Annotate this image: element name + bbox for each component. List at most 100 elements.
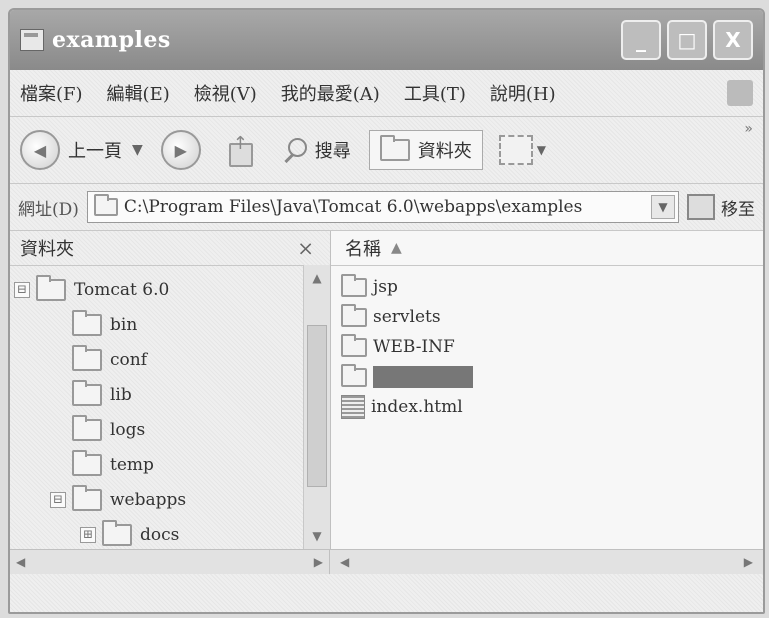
folder-icon: [341, 273, 367, 297]
name-column-label: 名稱: [345, 239, 381, 260]
file-name: jsp: [373, 277, 398, 297]
expand-icon[interactable]: ⊞: [80, 526, 96, 543]
toolbar: ◀ 上一頁 ▼ ▶ 搜尋 資料夾 ▼ »: [10, 117, 763, 184]
folder-icon: [72, 344, 102, 371]
search-button[interactable]: 搜尋: [283, 137, 351, 163]
tree-item-conf[interactable]: conf: [10, 342, 330, 377]
tree-item-webapps[interactable]: ⊟ webapps: [10, 482, 330, 517]
scroll-thumb[interactable]: [307, 325, 327, 487]
scroll-right-icon[interactable]: ▶: [744, 555, 753, 569]
file-name: servlets: [373, 307, 441, 327]
folder-pane-header: 資料夾 ×: [10, 231, 330, 266]
address-label: 網址(D): [18, 199, 79, 220]
collapse-icon[interactable]: ⊟: [50, 491, 66, 508]
menu-help[interactable]: 說明(H): [490, 80, 556, 106]
tree-item-label: Tomcat 6.0: [74, 279, 170, 300]
scroll-left-icon[interactable]: ◀: [16, 555, 25, 569]
address-path: C:\Program Files\Java\Tomcat 6.0\webapps…: [123, 197, 583, 217]
tree-vertical-scrollbar[interactable]: ▲ ▼: [303, 265, 330, 549]
go-label: 移至: [721, 199, 755, 220]
tree-item-label: lib: [110, 384, 132, 405]
tree-item-label: docs: [140, 524, 180, 545]
tree-item-bin[interactable]: bin: [10, 307, 330, 342]
folder-icon: [72, 484, 102, 511]
file-name: index.html: [371, 397, 463, 417]
maximize-button[interactable]: □: [667, 20, 707, 60]
horizontal-scrollbars: ◀ ▶ ◀ ▶: [10, 549, 763, 574]
menu-file[interactable]: 檔案(F): [20, 80, 83, 106]
tree-horizontal-scrollbar[interactable]: ◀ ▶: [10, 550, 330, 574]
explorer-window: examples _ □ X 檔案(F) 編輯(E) 檢視(V) 我的最愛(A)…: [8, 8, 765, 614]
file-item-selected[interactable]: [341, 362, 753, 392]
menu-tools[interactable]: 工具(T): [404, 80, 466, 106]
windows-logo-icon: [727, 80, 753, 106]
tree-item-label: bin: [110, 314, 138, 335]
tree-item-temp[interactable]: temp: [10, 447, 330, 482]
folder-icon: [341, 333, 367, 357]
folder-pane-title: 資料夾: [20, 239, 74, 260]
panes: 資料夾 × ⊟ Tomcat 6.0 bin conf lib logs tem…: [10, 231, 763, 549]
folders-label: 資料夾: [417, 141, 472, 162]
menu-view[interactable]: 檢視(V): [194, 80, 257, 106]
forward-button[interactable]: ▶: [160, 130, 201, 170]
folder-tree-pane: 資料夾 × ⊟ Tomcat 6.0 bin conf lib logs tem…: [10, 231, 331, 549]
folder-icon: [341, 363, 367, 387]
tree-item-logs[interactable]: logs: [10, 412, 330, 447]
tree-item-tomcat[interactable]: ⊟ Tomcat 6.0: [10, 272, 330, 307]
minimize-button[interactable]: _: [621, 20, 661, 60]
collapse-icon[interactable]: ⊟: [14, 281, 30, 298]
go-arrow-icon: [687, 194, 715, 220]
folder-pane-close-button[interactable]: ×: [297, 236, 314, 260]
file-name: WEB-INF: [373, 337, 455, 357]
scroll-up-icon[interactable]: ▲: [304, 265, 330, 291]
go-button[interactable]: 移至: [687, 194, 755, 220]
folders-button[interactable]: 資料夾: [368, 130, 483, 170]
file-item-servlets[interactable]: servlets: [341, 302, 753, 332]
back-dropdown-icon[interactable]: ▼: [132, 142, 143, 158]
menu-edit[interactable]: 編輯(E): [107, 80, 170, 106]
up-folder-button[interactable]: [225, 133, 253, 167]
search-icon: [283, 138, 307, 162]
file-item-index-html[interactable]: index.html: [341, 392, 753, 422]
folder-icon: [341, 303, 367, 327]
html-file-icon: [341, 395, 365, 419]
file-item-jsp[interactable]: jsp: [341, 272, 753, 302]
folder-icon: [72, 414, 102, 441]
scroll-down-icon[interactable]: ▼: [304, 523, 330, 549]
tree-item-lib[interactable]: lib: [10, 377, 330, 412]
back-label: 上一頁: [68, 141, 122, 162]
sort-ascending-icon: ▲: [391, 240, 402, 256]
back-button[interactable]: ◀ 上一頁: [20, 130, 122, 170]
file-list-pane: 名稱 ▲ jsp servlets WEB-INF index.html: [331, 231, 763, 549]
views-dropdown-icon: ▼: [536, 143, 547, 157]
tree-item-label: temp: [110, 454, 154, 475]
views-button[interactable]: ▼: [498, 135, 547, 165]
back-arrow-icon: ◀: [20, 130, 60, 170]
folder-icon: [72, 449, 102, 476]
tree-item-label: conf: [110, 349, 147, 370]
folder-icon: [72, 379, 102, 406]
close-button[interactable]: X: [713, 20, 753, 60]
window-title: examples: [52, 27, 171, 53]
folder-tree: ⊟ Tomcat 6.0 bin conf lib logs temp ⊟ we…: [10, 266, 330, 549]
name-column-header[interactable]: 名稱 ▲: [331, 231, 763, 266]
address-folder-icon: [93, 194, 118, 216]
tree-item-docs[interactable]: ⊞ docs: [10, 517, 330, 549]
folder-icon: [36, 274, 66, 301]
views-icon: [498, 135, 533, 165]
files-horizontal-scrollbar[interactable]: ◀ ▶: [330, 550, 763, 574]
file-name-edit[interactable]: [373, 366, 473, 388]
folders-icon: [379, 135, 410, 161]
file-item-web-inf[interactable]: WEB-INF: [341, 332, 753, 362]
scroll-right-icon[interactable]: ▶: [314, 555, 323, 569]
folder-icon: [102, 519, 132, 546]
address-dropdown-icon[interactable]: ▼: [651, 195, 675, 219]
scroll-left-icon[interactable]: ◀: [340, 555, 349, 569]
menu-favorites[interactable]: 我的最愛(A): [281, 80, 380, 106]
folder-icon: [72, 309, 102, 336]
address-field[interactable]: C:\Program Files\Java\Tomcat 6.0\webapps…: [86, 191, 679, 223]
title-bar[interactable]: examples _ □ X: [10, 10, 763, 70]
tree-item-label: logs: [110, 419, 146, 440]
toolbar-more-button[interactable]: »: [744, 121, 753, 137]
tree-item-label: webapps: [110, 489, 187, 510]
